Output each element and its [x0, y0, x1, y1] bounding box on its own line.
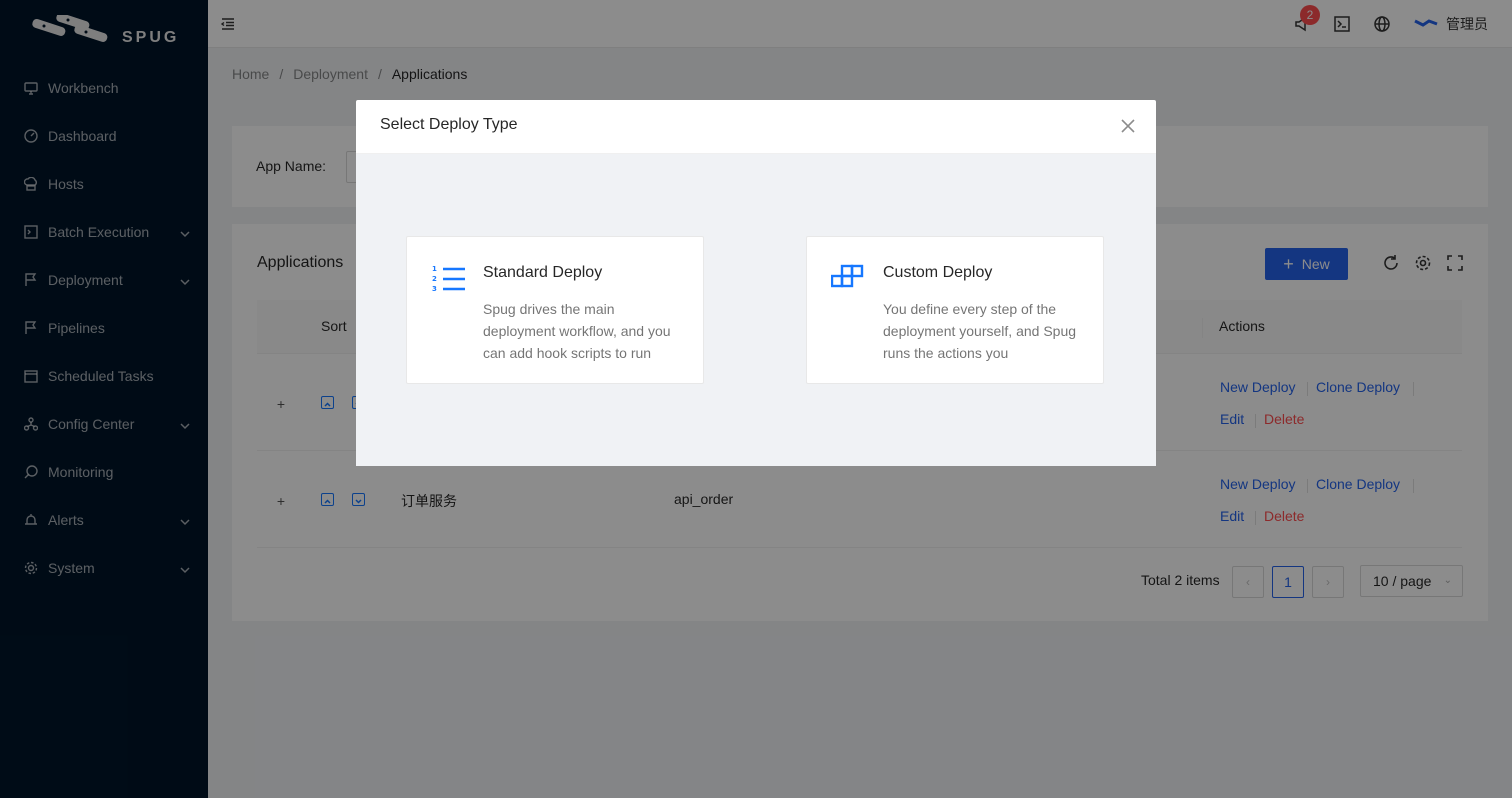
build-blocks-icon: [830, 261, 867, 297]
select-deploy-type-modal: Select Deploy Type 1 2 3 Standard Deploy: [356, 100, 1156, 466]
modal-header: Select Deploy Type: [356, 100, 1156, 154]
svg-text:1: 1: [432, 265, 437, 273]
close-icon[interactable]: [1120, 118, 1138, 136]
ordered-list-icon: 1 2 3: [431, 261, 467, 297]
custom-deploy-card[interactable]: Custom Deploy You define every step of t…: [806, 236, 1104, 384]
standard-deploy-title: Standard Deploy: [483, 264, 603, 281]
modal-title: Select Deploy Type: [380, 116, 518, 133]
standard-deploy-card[interactable]: 1 2 3 Standard Deploy Spug drives the ma…: [406, 236, 704, 384]
modal-body: 1 2 3 Standard Deploy Spug drives the ma…: [356, 154, 1156, 466]
custom-deploy-description: You define every step of the deployment …: [883, 301, 1077, 361]
svg-text:3: 3: [432, 285, 437, 293]
custom-deploy-title: Custom Deploy: [883, 264, 993, 281]
svg-text:2: 2: [432, 275, 437, 283]
standard-deploy-description: Spug drives the main deployment workflow…: [483, 301, 671, 361]
